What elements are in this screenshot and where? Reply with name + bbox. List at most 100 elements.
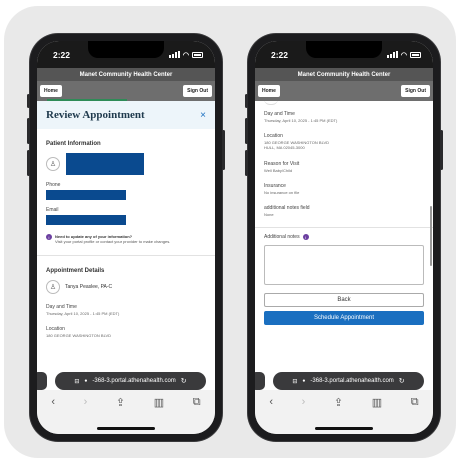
page-title: Review Appointment [46,109,145,121]
status-icons: ◠ [168,51,203,59]
volume-down-button [27,150,30,176]
notes-label-row: Additional notes i [264,234,424,241]
signal-icon [168,51,180,58]
patient-row: ♙ [46,153,206,175]
url-text: -368-3.portal.athenahealth.com [310,378,394,384]
forward-icon[interactable]: › [302,396,306,408]
tabs-icon[interactable]: ⧉ [411,396,419,409]
phone-left: 2:22 ◠ Manet Community Health Center Hom… [27,34,225,441]
mute-switch [245,94,248,108]
email-label: Email [46,207,59,213]
tab-stub [37,372,47,390]
wifi-icon: ◠ [182,51,189,59]
additional-notes-label: Additional notes [264,234,300,241]
battery-icon [410,51,421,58]
review-header: Review Appointment × [37,101,215,129]
power-button [440,130,443,170]
home-button[interactable]: Home [40,85,62,97]
tabs-icon[interactable]: ⧉ [193,396,201,409]
reload-icon[interactable]: ↻ [181,377,187,385]
signal-icon [386,51,398,58]
page-settings-icon[interactable]: ⊟ [292,378,297,385]
location-line2: HULL, MA 02045-3000 [264,145,305,151]
lock-icon: ● [84,378,88,384]
location-value: 180 GEORGE WASHINGTON BLVD [46,332,112,338]
status-bar: 2:22 ◠ [37,41,215,68]
clock: 2:22 [53,49,71,60]
reason-value: Well Baby/Child [264,167,293,173]
provider-row: ♙ Tanya Peaslee, PA-C [46,279,206,294]
day-time-value: Thursday, April 10, 2025 - 1:45 PM (EDT) [46,310,120,316]
day-time-value: Thursday, April 10, 2025 - 1:45 PM (EDT) [264,118,338,123]
app-title: Manet Community Health Center [37,68,215,81]
location-label: Location [46,325,65,332]
info-icon: i [46,234,52,240]
tab-stub [255,372,265,390]
volume-up-button [27,118,30,144]
notes-field-value: None [264,211,274,217]
home-button[interactable]: Home [258,85,280,97]
notch [88,41,164,58]
screen: 2:22 ◠ Manet Community Health Center Hom… [255,41,433,434]
back-button[interactable]: Back [264,293,424,308]
volume-up-button [245,118,248,144]
mute-switch [27,94,30,108]
update-notice-text: Need to update any of your information? V… [55,234,171,245]
app-title: Manet Community Health Center [255,68,433,81]
lock-icon: ● [302,378,306,384]
back-icon[interactable]: ‹ [51,396,55,408]
update-notice: i Need to update any of your information… [46,234,206,245]
screen: 2:22 ◠ Manet Community Health Center Hom… [37,41,215,434]
clock: 2:22 [271,49,289,60]
insurance-label: Insurance [264,182,286,189]
share-icon[interactable]: ⇪ [334,396,343,409]
notch [306,41,382,58]
day-time-label: Day and Time [264,111,295,117]
back-icon[interactable]: ‹ [269,396,273,408]
url-bar[interactable]: ⊟ ● -368-3.portal.athenahealth.com ↻ [273,372,424,390]
phone-right: 2:22 ◠ Manet Community Health Center Hom… [245,34,443,441]
info-icon[interactable]: i [302,234,309,241]
phone-label: Phone [46,182,61,188]
divider [37,254,215,256]
page-settings-icon[interactable]: ⊟ [74,378,79,385]
reload-icon[interactable]: ↻ [399,377,405,385]
provider-icon: ♙ [46,279,60,294]
appt-details-heading: Appointment Details [46,267,105,274]
url-bar[interactable]: ⊟ ● -368-3.portal.athenahealth.com ↻ [55,372,206,390]
provider-name: Tanya Peaslee, PA-C [65,283,113,290]
content: Day and Time Thursday, April 10, 2025 - … [255,99,433,326]
sign-out-button[interactable]: Sign Out [401,85,430,97]
close-icon[interactable]: × [200,110,206,121]
sign-out-button[interactable]: Sign Out [183,85,212,97]
bookmarks-icon[interactable]: ▥ [154,396,164,409]
wifi-icon: ◠ [400,51,407,59]
scrollbar[interactable] [430,206,432,266]
status-bar: 2:22 ◠ [255,41,433,68]
insurance-value: No insurance on file [264,189,300,195]
person-icon: ♙ [46,157,60,171]
home-indicator [315,427,373,430]
redacted-name [66,153,144,175]
redacted-email [46,215,126,225]
volume-down-button [245,150,248,176]
share-icon[interactable]: ⇪ [116,396,125,409]
notes-field-label: additional notes field [264,204,310,211]
reason-label: Reason for Visit [264,160,300,167]
patient-info-heading: Patient Information [46,141,101,147]
redacted-phone [46,190,126,200]
bookmarks-icon[interactable]: ▥ [372,396,382,409]
divider [255,227,433,229]
schedule-appointment-button[interactable]: Schedule Appointment [264,311,424,326]
power-button [222,130,225,170]
location-label: Location [264,133,283,140]
nav-row: Home Sign Out [37,81,215,101]
home-indicator [97,427,155,430]
url-text: -368-3.portal.athenahealth.com [92,378,176,384]
battery-icon [192,51,203,58]
forward-icon[interactable]: › [84,396,88,408]
day-time-label: Day and Time [46,303,77,310]
additional-notes-textarea[interactable] [264,245,424,286]
nav-row: Home Sign Out [255,81,433,101]
progress-bar [47,99,127,101]
